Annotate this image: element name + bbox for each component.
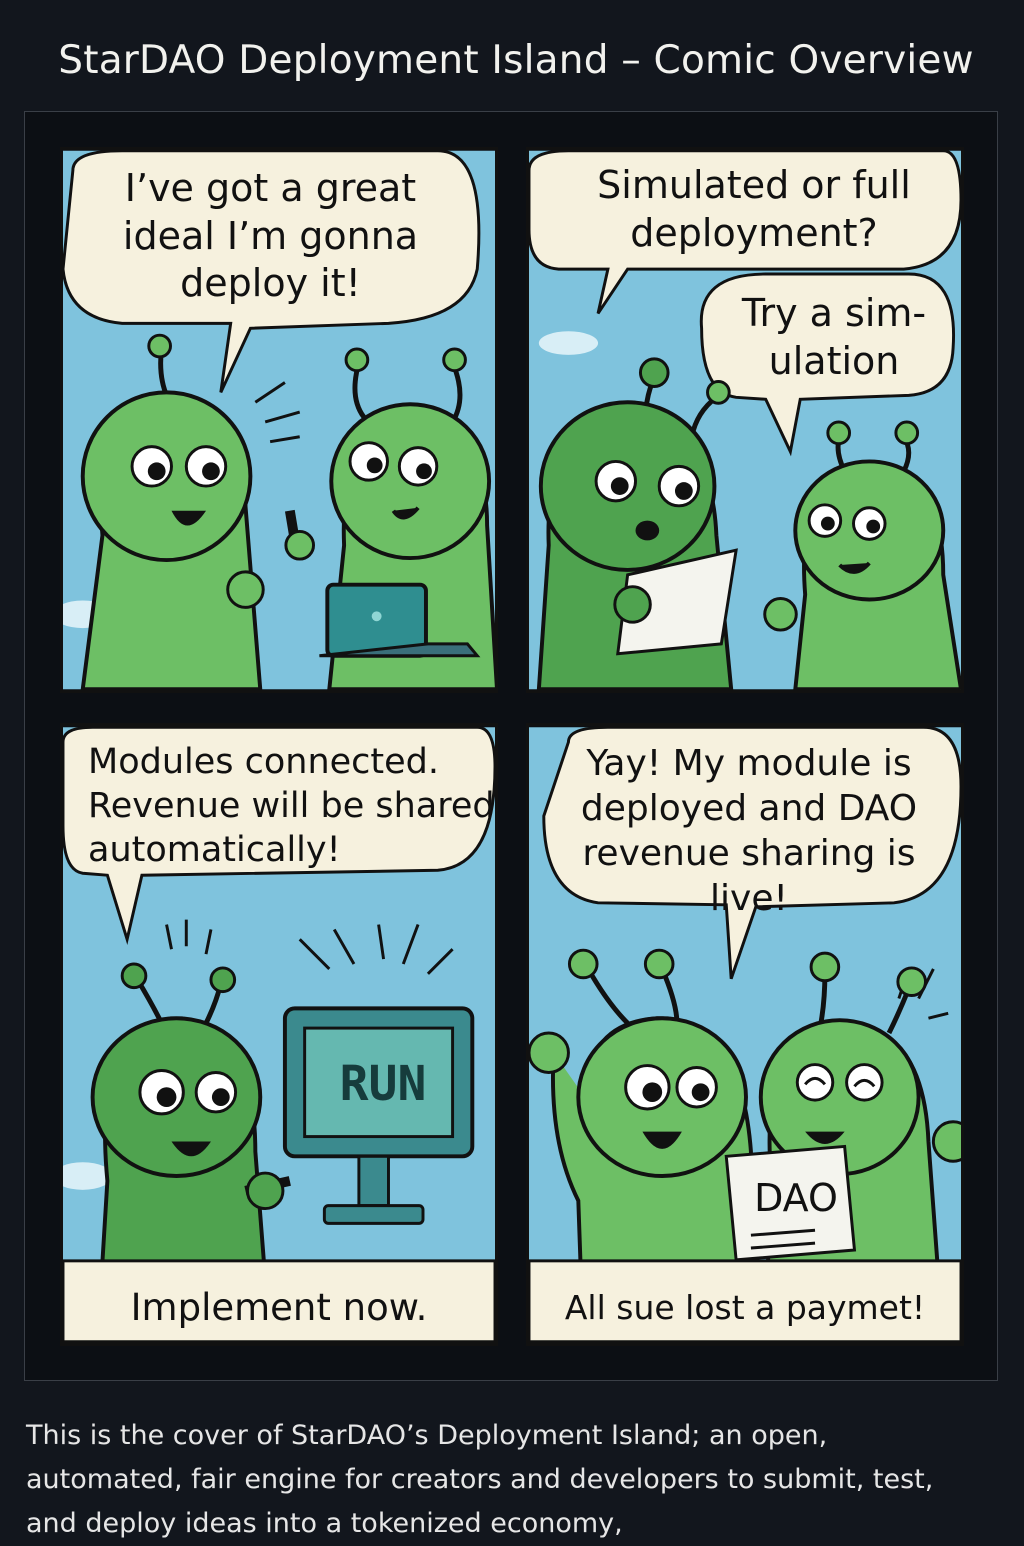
speech-bubble-2: Simulated or full deployment?	[597, 163, 911, 255]
monitor-screen-label: RUN	[339, 1056, 427, 1112]
panel-3-caption: Implement now.	[130, 1286, 428, 1329]
comic-panel-1: I’ve got a great ideal I’m gonna deploy …	[60, 147, 498, 693]
comic-panel-4: Yay! My module is deployed and DAO reven…	[526, 723, 964, 1346]
cover-description: This is the cover of StarDAO’s Deploymen…	[26, 1420, 934, 1539]
comic-panel-3: Modules connected. Revenue will be share…	[60, 723, 498, 1346]
speech-bubble-4: Modules connected. Revenue will be share…	[88, 742, 495, 870]
comic-panel-2: Simulated or full deployment? Try a sim-…	[526, 147, 964, 693]
panel-4-caption: All sue lost a paymet!	[564, 1288, 926, 1327]
dao-sign-label: DAO	[754, 1176, 838, 1220]
speech-bubble-5: Yay! My module is deployed and DAO reven…	[580, 743, 918, 919]
comic-frame: I’ve got a great ideal I’m gonna deploy …	[24, 111, 998, 1381]
page-title: StarDAO Deployment Island – Comic Overvi…	[58, 38, 974, 83]
speech-bubble-3: Try a sim-ulation	[741, 291, 927, 383]
speech-bubble-1: I’ve got a great ideal I’m gonna deploy …	[122, 166, 419, 305]
